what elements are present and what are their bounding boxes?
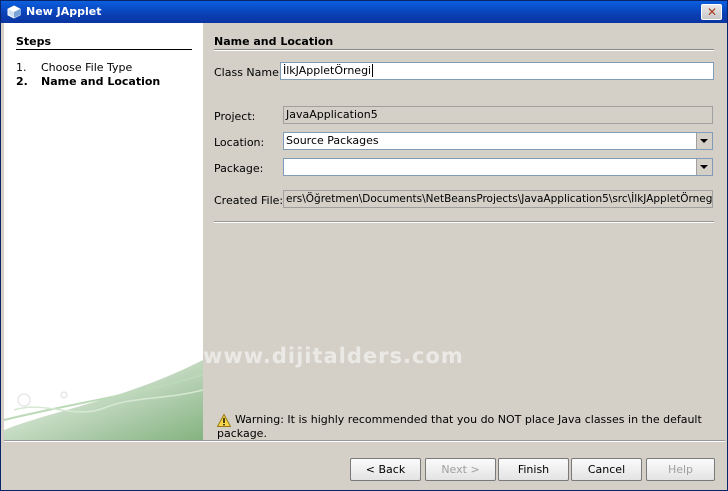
netbeans-cube-icon: [7, 5, 21, 19]
step-label: Name and Location: [41, 75, 161, 88]
step-label: Choose File Type: [41, 61, 133, 74]
location-combo[interactable]: Source Packages: [283, 132, 713, 150]
step-number: 1.: [16, 61, 27, 74]
chevron-down-icon[interactable]: [696, 133, 712, 149]
location-label: Location:: [214, 136, 265, 149]
created-file-value: ers\Öğretmen\Documents\NetBeansProjects\…: [286, 193, 713, 205]
created-file-field: ers\Öğretmen\Documents\NetBeansProjects\…: [283, 190, 713, 208]
watermark: www.dijitalders.com: [203, 344, 464, 368]
package-combo[interactable]: [283, 158, 713, 176]
project-label: Project:: [214, 110, 256, 123]
step-choose-file-type: 1. Choose File Type: [16, 61, 132, 74]
steps-title: Steps: [16, 35, 52, 48]
package-label: Package:: [214, 162, 264, 175]
step-number: 2.: [16, 75, 28, 88]
text-cursor: [372, 64, 374, 77]
decorative-swirl-graphic: [4, 360, 203, 440]
project-value: JavaApplication5: [286, 108, 378, 121]
close-button[interactable]: ✕: [701, 4, 722, 20]
title-bar[interactable]: New JApplet ✕: [1, 1, 727, 23]
warning-icon: [217, 413, 231, 427]
step-name-and-location: 2. Name and Location: [16, 75, 160, 88]
warning-message: Warning: It is highly recommended that y…: [217, 413, 727, 440]
back-button[interactable]: < Back: [350, 458, 421, 481]
class-name-value: İlkJAppletÖrnegi: [283, 64, 372, 77]
new-japplet-dialog: New JApplet ✕ Steps 1. Choose File Type 2…: [0, 0, 728, 491]
created-file-label: Created File:: [214, 194, 284, 207]
next-button[interactable]: Next >: [425, 458, 496, 481]
close-icon: ✕: [707, 5, 718, 19]
steps-divider: [16, 49, 192, 50]
chevron-down-icon[interactable]: [696, 159, 712, 175]
window-title: New JApplet: [26, 5, 102, 18]
button-bar-divider: [4, 440, 725, 442]
finish-button[interactable]: Finish: [498, 458, 569, 481]
warning-text: Warning: It is highly recommended that y…: [217, 413, 702, 440]
steps-panel: Steps 1. Choose File Type 2. Name and Loca…: [4, 23, 203, 440]
location-value: Source Packages: [286, 134, 379, 147]
name-and-location-panel: Name and Location Class Name: İlkJApplet…: [203, 23, 727, 440]
class-name-input[interactable]: İlkJAppletÖrnegi: [280, 62, 714, 80]
section-divider: [214, 49, 714, 51]
help-button[interactable]: Help: [646, 458, 715, 481]
section-title: Name and Location: [214, 35, 334, 48]
form-divider: [214, 221, 714, 223]
project-field: JavaApplication5: [283, 106, 713, 124]
class-name-label: Class Name:: [214, 66, 283, 79]
cancel-button[interactable]: Cancel: [571, 458, 642, 481]
